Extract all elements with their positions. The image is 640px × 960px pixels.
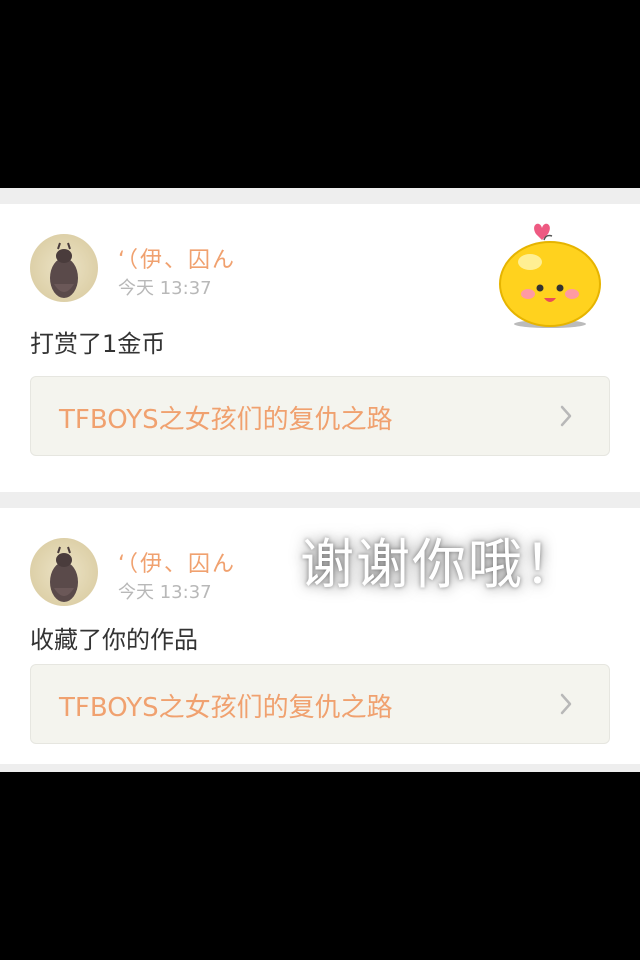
work-link[interactable]: TFBOYS之女孩们的复仇之路 (30, 376, 610, 456)
avatar-image (50, 546, 78, 602)
chevron-right-icon (560, 405, 572, 427)
avatar[interactable] (30, 538, 98, 606)
action-text: 收藏了你的作品 (30, 626, 198, 654)
thanks-overlay-text: 谢谢你哦！ (300, 533, 580, 596)
username[interactable]: ‘（伊、囚ん (118, 546, 236, 578)
action-text: 打赏了1金币 (30, 330, 166, 358)
work-title: TFBOYS之女孩们的复仇之路 (59, 405, 393, 435)
avatar[interactable] (30, 234, 98, 302)
yellow-blob-sticker (499, 223, 601, 328)
work-link[interactable]: TFBOYS之女孩们的复仇之路 (30, 664, 610, 744)
timestamp: 今天 13:37 (118, 278, 212, 299)
chevron-right-icon (560, 693, 572, 715)
timestamp: 今天 13:37 (118, 582, 212, 603)
username[interactable]: ‘（伊、囚ん (118, 242, 236, 274)
work-title: TFBOYS之女孩们的复仇之路 (59, 693, 393, 723)
avatar-image (50, 242, 78, 298)
